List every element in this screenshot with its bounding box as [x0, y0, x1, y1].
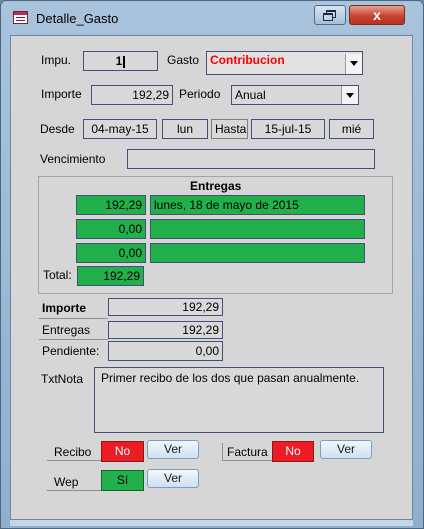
desde-day-field[interactable]: lun: [162, 119, 208, 139]
divider: [39, 318, 108, 319]
periodo-label: Periodo: [179, 87, 221, 101]
hasta-day-field[interactable]: mié: [329, 119, 374, 139]
txtnota-label: TxtNota: [41, 372, 84, 386]
divider: [222, 443, 223, 460]
entrega-date-1[interactable]: lunes, 18 de mayo de 2015: [150, 195, 365, 215]
factura-label: Factura: [227, 445, 268, 459]
close-button[interactable]: x: [349, 5, 405, 25]
chevron-down-icon[interactable]: [345, 54, 362, 74]
hasta-label: Hasta: [211, 119, 248, 139]
title-bar[interactable]: Detalle_Gasto x: [1, 1, 423, 35]
text-cursor: [123, 55, 126, 68]
factura-toggle[interactable]: No: [272, 441, 314, 462]
impu-label: Impu.: [41, 53, 72, 67]
summary-importe-field[interactable]: 192,29: [108, 298, 223, 316]
divider: [47, 460, 101, 461]
entrega-amount-1[interactable]: 192,29: [76, 195, 146, 215]
periodo-combo[interactable]: Anual: [231, 85, 359, 105]
vencimiento-label: Vencimiento: [40, 152, 106, 166]
wep-label: Wep: [54, 475, 79, 489]
divider: [47, 490, 101, 491]
entrega-amount-3[interactable]: 0,00: [76, 243, 146, 263]
recibo-toggle[interactable]: No: [101, 441, 144, 462]
importe-field[interactable]: 192,29: [91, 85, 173, 105]
form-body: Impu. 1 Gasto Contribucion Importe 192,2…: [10, 35, 413, 520]
pendiente-field[interactable]: 0,00: [108, 341, 223, 361]
summary-importe-label: Importe: [42, 301, 87, 315]
vencimiento-field[interactable]: [127, 149, 375, 169]
restore-button[interactable]: [314, 5, 346, 25]
summary-entregas-label: Entregas: [42, 323, 91, 337]
wep-ver-button[interactable]: Ver: [147, 469, 199, 488]
importe-label: Importe: [41, 87, 82, 101]
periodo-value: Anual: [235, 88, 266, 102]
nota-textarea[interactable]: Primer recibo de los dos que pasan anual…: [94, 367, 384, 433]
impu-field[interactable]: 1: [83, 51, 158, 71]
divider: [39, 339, 108, 340]
form-icon: [13, 11, 28, 24]
entregas-total-field[interactable]: 192,29: [77, 266, 144, 286]
summary-entregas-field[interactable]: 192,29: [108, 321, 223, 339]
recibo-ver-button[interactable]: Ver: [147, 440, 199, 459]
pendiente-label: Pendiente:: [42, 344, 100, 358]
status-bar: [10, 520, 413, 526]
hasta-date-field[interactable]: 15-jul-15: [251, 119, 325, 139]
desde-date-field[interactable]: 04-may-15: [83, 119, 157, 139]
entregas-group: Entregas 192,29 lunes, 18 de mayo de 201…: [38, 176, 393, 294]
gasto-label: Gasto: [167, 53, 200, 67]
recibo-label: Recibo: [54, 445, 92, 459]
chevron-down-icon[interactable]: [341, 86, 358, 104]
gasto-value: Contribucion: [210, 53, 285, 67]
wep-toggle[interactable]: Sí: [101, 470, 144, 491]
entregas-title: Entregas: [190, 179, 242, 193]
window-title: Detalle_Gasto: [36, 11, 119, 26]
detalle-gasto-window: Detalle_Gasto x Impu. 1 Gasto Contribuci…: [0, 0, 424, 529]
total-label: Total:: [43, 268, 72, 282]
divider: [222, 460, 272, 461]
desde-label: Desde: [40, 122, 75, 136]
entrega-date-3[interactable]: [150, 243, 365, 263]
gasto-combo[interactable]: Contribucion: [206, 51, 363, 75]
factura-ver-button[interactable]: Ver: [320, 440, 372, 459]
entrega-amount-2[interactable]: 0,00: [76, 219, 146, 239]
entrega-date-2[interactable]: [150, 219, 365, 239]
